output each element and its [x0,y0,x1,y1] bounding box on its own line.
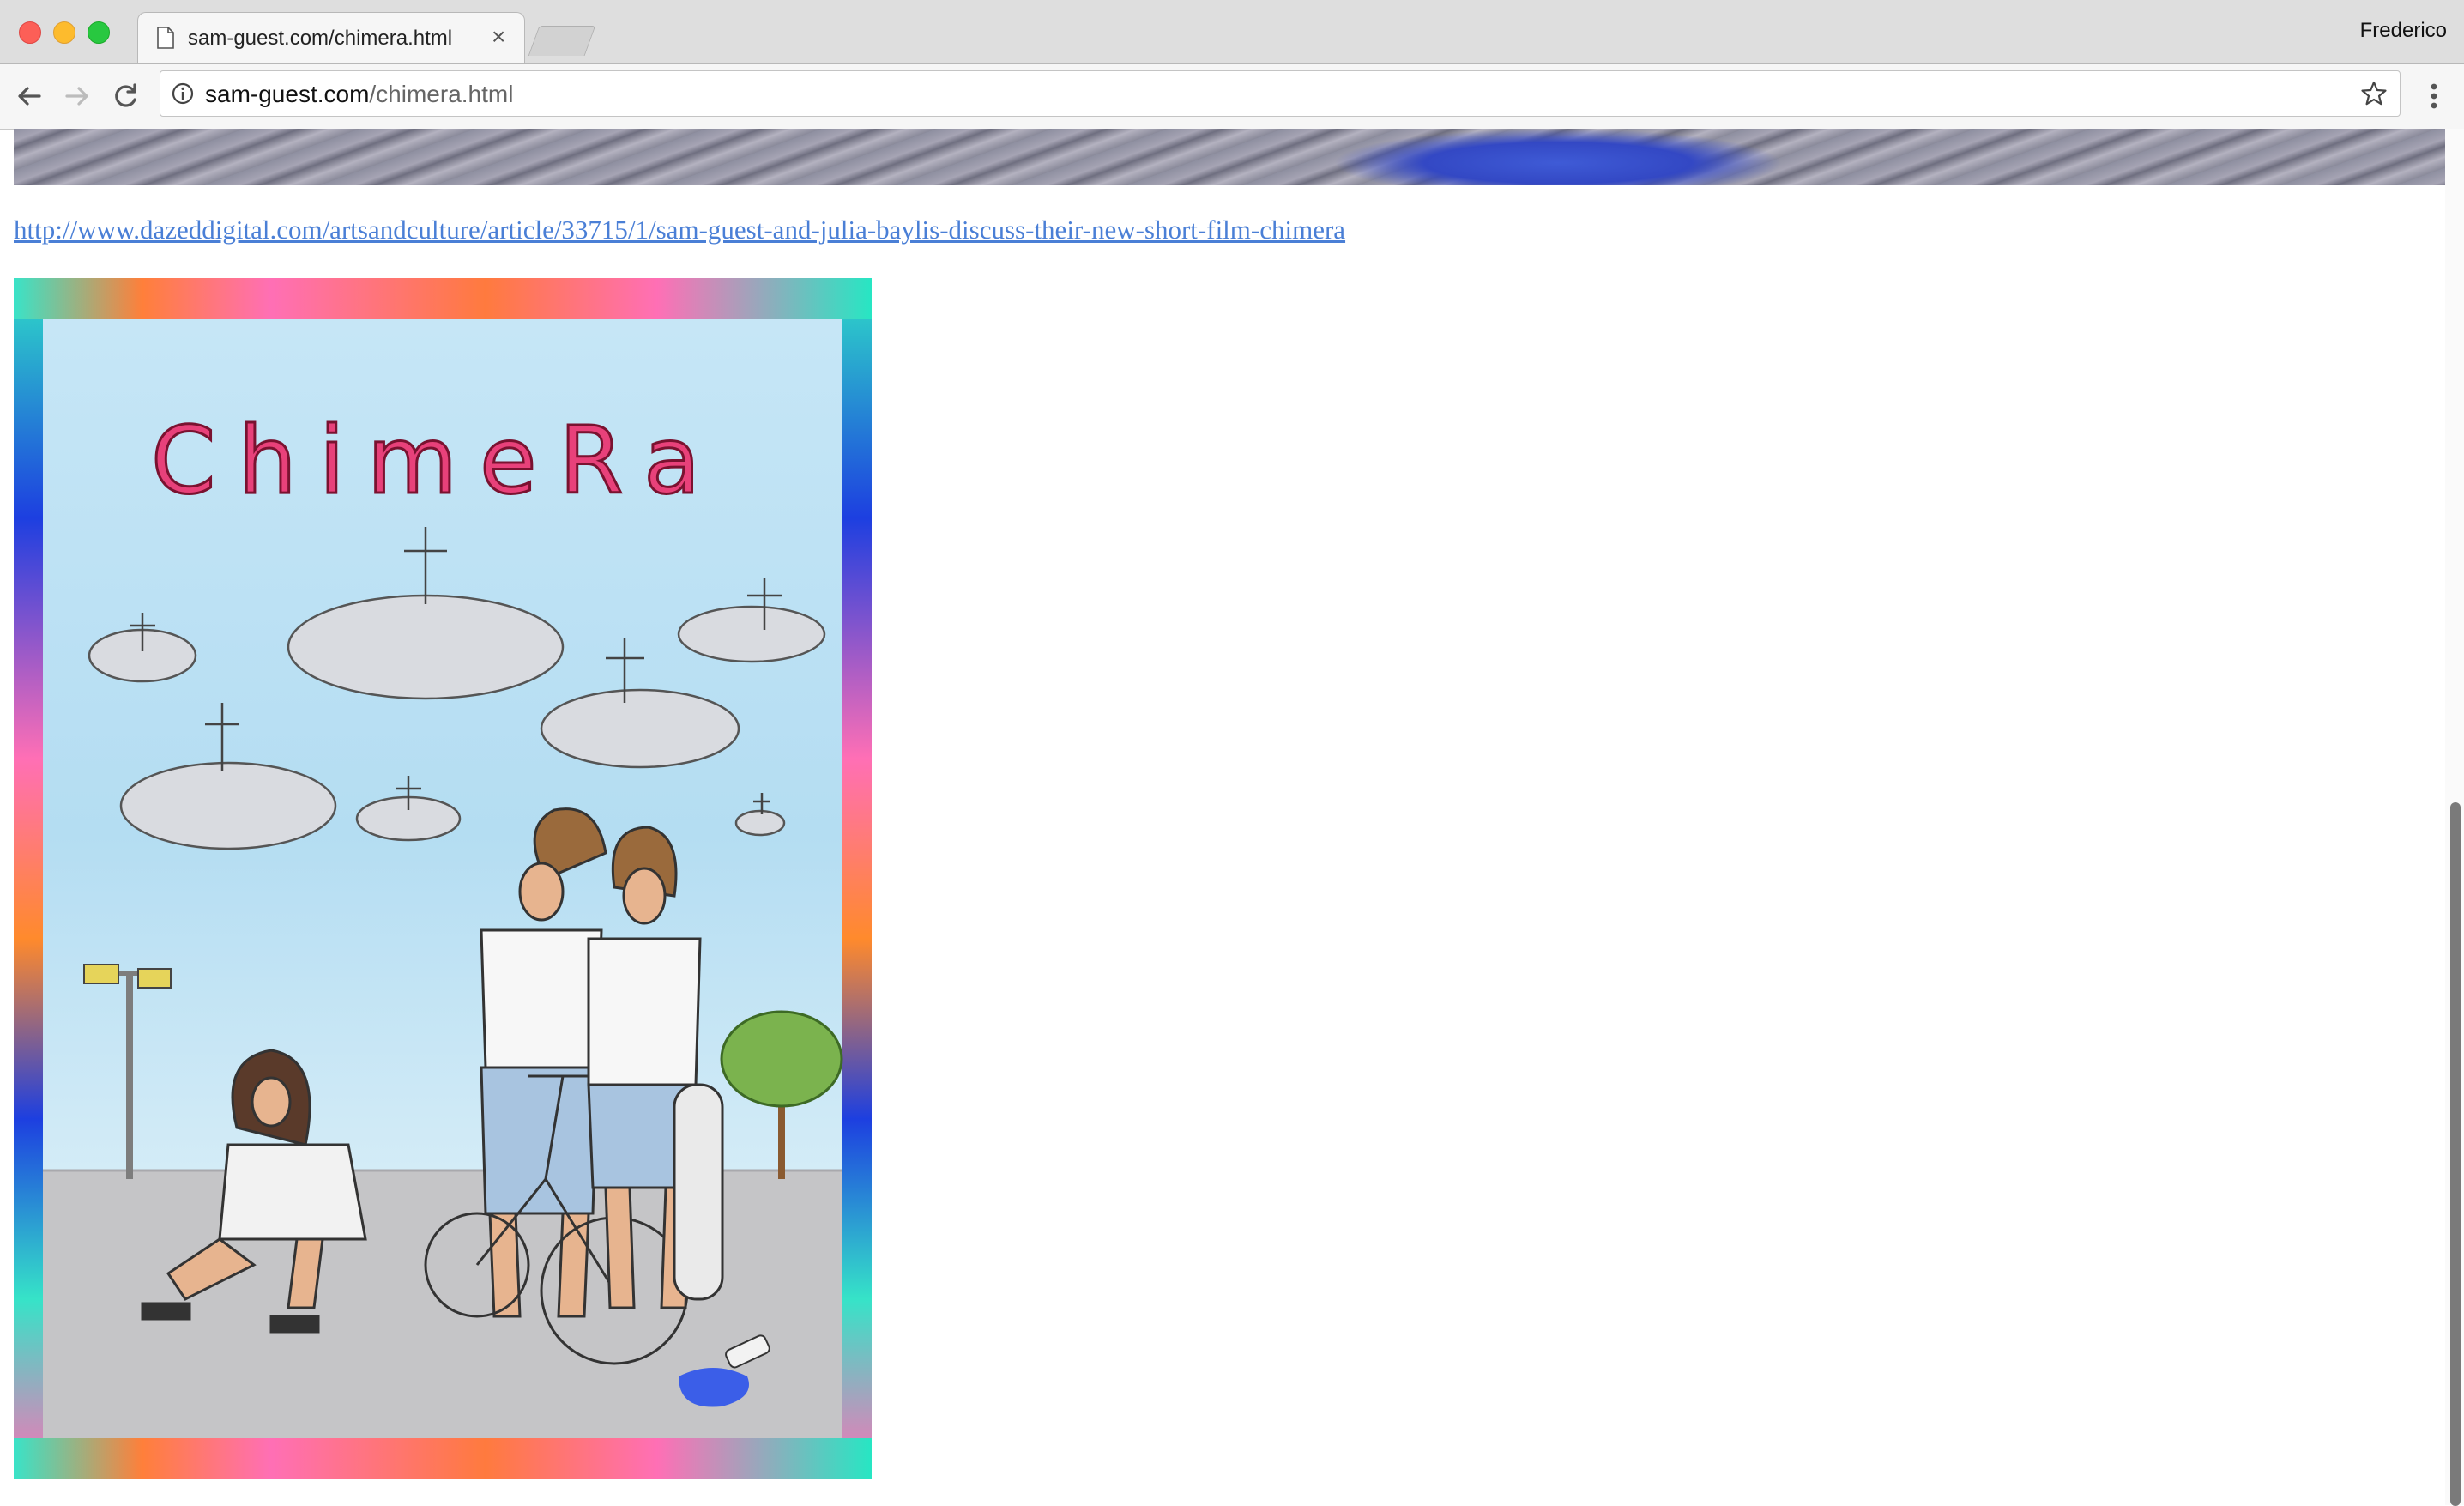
scrollbar-thumb[interactable] [2450,802,2461,1506]
page-viewport: http://www.dazeddigital.com/artsandcultu… [0,129,2445,1505]
profile-name[interactable]: Frederico [2360,19,2447,43]
reload-icon[interactable] [108,79,142,113]
back-arrow-icon[interactable] [12,79,46,113]
header-photo [14,129,2445,185]
window-minimize-button[interactable] [53,21,75,44]
browser-tab[interactable]: sam-guest.com/chimera.html × [137,12,525,64]
tab-title: sam-guest.com/chimera.html [188,27,453,50]
close-icon[interactable]: × [492,25,505,49]
forward-arrow-icon[interactable] [60,79,94,113]
chimera-poster: ChimeRa [14,278,872,1479]
address-bar[interactable]: sam-guest.com/chimera.html [160,70,2401,117]
info-icon[interactable] [171,82,195,106]
article-link[interactable]: http://www.dazeddigital.com/artsandcultu… [14,215,1345,245]
window-close-button[interactable] [19,21,41,44]
star-icon[interactable] [2360,80,2388,107]
poster-title: ChimeRa [151,408,722,515]
browser-toolbar: sam-guest.com/chimera.html [0,63,2464,130]
window-maximize-button[interactable] [88,21,110,44]
url-path: /chimera.html [369,81,514,107]
window-title-bar: sam-guest.com/chimera.html × Frederico [0,0,2464,64]
new-tab-button[interactable] [528,26,596,56]
url-text[interactable]: sam-guest.com/chimera.html [205,81,513,108]
url-host: sam-guest.com [205,81,370,107]
kebab-menu-icon[interactable] [2421,79,2447,113]
page-icon [157,27,174,49]
